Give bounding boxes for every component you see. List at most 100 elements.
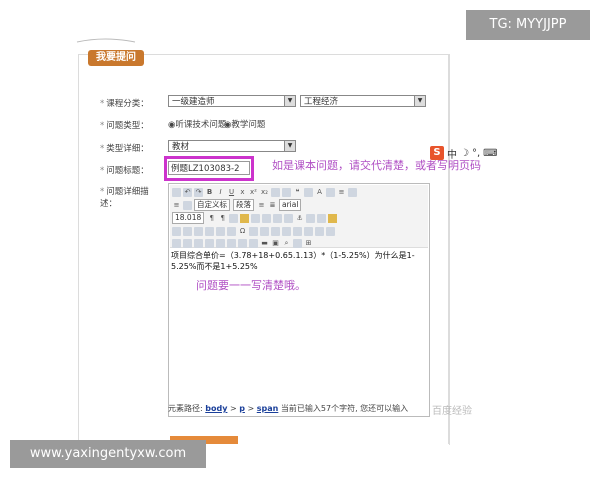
redo-icon[interactable]: ↷ — [194, 187, 203, 197]
unlink-icon[interactable] — [284, 213, 294, 223]
spacing-icon[interactable]: ≣ — [268, 201, 277, 210]
editor-toolbar: ↶ ↷ B I U x x² x₂ ❝ A ≡ ≡ 自定义标 段落 ≡ ≣ ar… — [170, 185, 428, 248]
category-primary-select[interactable]: 一级建造师 ▼ — [168, 95, 296, 107]
date-icon[interactable] — [249, 226, 258, 236]
rtl-icon[interactable]: ¶ — [218, 214, 227, 223]
italic-button[interactable]: I — [216, 188, 225, 197]
ime-chinese-toggle[interactable]: 中 — [447, 146, 457, 161]
format-icon[interactable] — [271, 187, 280, 197]
align-center-icon[interactable] — [240, 213, 250, 223]
subscript-button[interactable]: x₂ — [260, 188, 269, 197]
special-char-icon[interactable]: Ω — [238, 227, 247, 236]
list-icon[interactable]: ≡ — [172, 201, 181, 210]
path-p-link[interactable]: p — [239, 404, 245, 413]
page-break-icon[interactable] — [216, 226, 225, 236]
punctuation-icon[interactable]: °, — [472, 148, 480, 159]
paragraph-select[interactable]: 段落 — [233, 199, 254, 211]
url-badge: www.yaxingentyxw.com — [10, 440, 206, 468]
anchor-icon[interactable]: ⚓ — [295, 214, 304, 223]
table-icon[interactable] — [304, 187, 313, 197]
map-icon[interactable] — [172, 226, 181, 236]
card-right-border — [448, 54, 449, 444]
superscript-button[interactable]: x² — [249, 188, 258, 197]
path-span-link[interactable]: span — [257, 404, 279, 413]
editor-statusbar: 元素路径: body > p > span 当前已输入57个字符, 您还可以输入 — [168, 404, 409, 413]
wordimage-icon[interactable] — [282, 226, 291, 236]
indent-icon[interactable] — [183, 200, 192, 210]
watermark: 百度经验 — [432, 406, 472, 417]
strike-button[interactable]: x — [238, 188, 247, 197]
type-label: * 问题类型： — [100, 121, 149, 131]
font-color-icon[interactable]: A — [315, 188, 324, 197]
underline-button[interactable]: U — [227, 188, 236, 197]
link-icon[interactable] — [273, 213, 283, 223]
code-icon[interactable] — [194, 226, 203, 236]
font-select[interactable]: arial — [279, 199, 302, 211]
highlight-box — [164, 156, 254, 181]
chevron-down-icon: ▼ — [414, 96, 425, 106]
undo-icon[interactable]: ↶ — [183, 187, 192, 197]
ordered-list-icon[interactable]: ≡ — [337, 188, 346, 197]
rich-text-editor[interactable]: ↶ ↷ B I U x x² x₂ ❝ A ≡ ≡ 自定义标 段落 ≡ ≣ ar… — [168, 183, 430, 417]
sogou-icon[interactable]: S — [430, 146, 444, 160]
help-icon[interactable] — [293, 238, 302, 248]
type-detail-select[interactable]: 教材 ▼ — [168, 140, 296, 152]
align-left-icon[interactable] — [229, 213, 239, 223]
source-icon[interactable] — [172, 187, 181, 197]
preview-icon[interactable]: ▣ — [271, 239, 280, 248]
row-delete-icon[interactable] — [183, 238, 192, 248]
row-insert-icon[interactable] — [172, 238, 181, 248]
line-height-icon[interactable]: ≡ — [257, 201, 266, 210]
moon-icon[interactable]: ☽ — [460, 148, 469, 159]
size-select[interactable]: 18.018 — [172, 212, 205, 224]
bold-button[interactable]: B — [205, 188, 214, 197]
title-label: * 问题标题： — [100, 166, 149, 176]
quote-icon[interactable]: ❝ — [293, 188, 302, 197]
image-icon[interactable] — [306, 213, 316, 223]
split-cells-icon[interactable] — [326, 226, 335, 236]
table-insert-icon[interactable] — [293, 226, 302, 236]
emotion-icon[interactable] — [328, 213, 338, 223]
print-icon[interactable]: ▬ — [260, 239, 269, 248]
bg-color-icon[interactable] — [326, 187, 335, 197]
cell-split-icon[interactable] — [227, 238, 236, 248]
col-insert-icon[interactable] — [194, 238, 203, 248]
ime-toolbar: S 中 ☽ °, ⌨ — [430, 145, 498, 161]
category-secondary-select[interactable]: 工程经济 ▼ — [300, 95, 426, 107]
description-label: * 问题详细描述： — [100, 187, 149, 209]
snapshot-icon[interactable] — [271, 226, 280, 236]
video-icon[interactable] — [317, 213, 327, 223]
col-delete-icon[interactable] — [205, 238, 214, 248]
style-select[interactable]: 自定义标 — [194, 199, 230, 211]
time-icon[interactable] — [260, 226, 269, 236]
eraser-icon[interactable] — [282, 187, 291, 197]
type-radio-teaching[interactable]: ◉教学问题 — [224, 118, 265, 130]
type-detail-label: * 类型详细： — [100, 144, 149, 154]
search-icon[interactable]: ⌕ — [282, 239, 291, 248]
category-label: * 课程分类： — [100, 99, 149, 109]
chevron-down-icon: ▼ — [284, 141, 295, 151]
align-right-icon[interactable] — [251, 213, 261, 223]
tg-badge: TG: MYYJJPP — [466, 10, 590, 40]
merge-cells-icon[interactable] — [315, 226, 324, 236]
chevron-down-icon: ▼ — [284, 96, 295, 106]
table-delete-icon[interactable] — [304, 226, 313, 236]
top-decoration — [75, 30, 225, 50]
annotation-note-1: 如是课本问题，请交代清楚，或者写明页码 — [272, 159, 481, 172]
attach-icon[interactable] — [183, 226, 192, 236]
path-body-link[interactable]: body — [205, 404, 227, 413]
table-props-icon[interactable] — [249, 238, 258, 248]
section-title: 我要提问 — [88, 50, 144, 66]
frame-icon[interactable] — [205, 226, 214, 236]
align-justify-icon[interactable] — [262, 213, 272, 223]
editor-content[interactable]: 项目综合单价=（3.78+18+0.65.1.13）*（1-5.25%）为什么是… — [171, 250, 427, 272]
cell-merge-icon[interactable] — [216, 238, 225, 248]
horizontal-rule-icon[interactable] — [227, 226, 236, 236]
keyboard-icon[interactable]: ⌨ — [483, 148, 497, 159]
annotation-note-2: 问题要一一写清楚哦。 — [196, 279, 306, 292]
delete-table-icon[interactable] — [238, 238, 247, 248]
direction-icon[interactable]: ¶ — [207, 214, 216, 223]
fullscreen-icon[interactable]: ⊞ — [304, 239, 313, 248]
type-radio-tech[interactable]: ◉听课技术问题 — [168, 118, 226, 130]
unordered-list-icon[interactable] — [348, 187, 357, 197]
